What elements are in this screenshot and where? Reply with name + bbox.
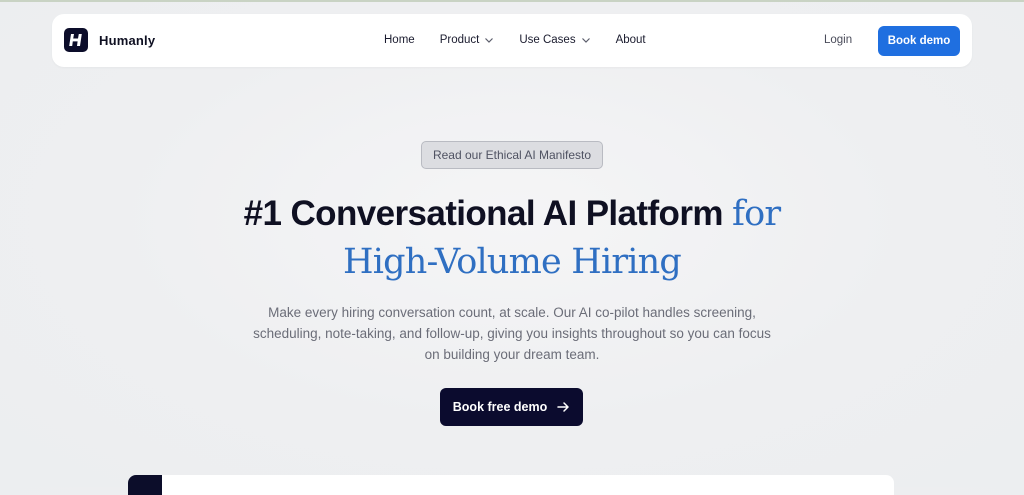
chevron-down-icon: [484, 35, 494, 45]
arrow-right-icon: [557, 401, 570, 413]
headline-accent-for: for: [731, 194, 781, 234]
nav-about[interactable]: About: [616, 34, 646, 46]
book-free-demo-label: Book free demo: [452, 400, 548, 414]
manifesto-badge-link[interactable]: Read our Ethical AI Manifesto: [421, 141, 603, 169]
headline-main: #1 Conversational AI Platform: [243, 194, 724, 233]
headline-accent-hiring: High-Volume Hiring: [342, 242, 682, 282]
hero-headline: #1 Conversational AI Platform for High-V…: [0, 190, 1024, 286]
brand-logo[interactable]: Humanly: [64, 28, 155, 52]
h-logo-icon: [64, 28, 88, 52]
nav-about-label: About: [615, 34, 646, 46]
book-demo-button[interactable]: Book demo: [878, 26, 960, 56]
login-link[interactable]: Login: [824, 34, 852, 46]
nav-home-label: Home: [384, 34, 415, 46]
hero-subtitle: Make every hiring conversation count, at…: [253, 305, 771, 362]
nav-home[interactable]: Home: [384, 34, 415, 46]
preview-sidebar-edge: [128, 475, 162, 495]
book-free-demo-button[interactable]: Book free demo: [440, 388, 583, 426]
nav-product-label: Product: [439, 34, 480, 46]
product-preview-card: [128, 475, 894, 495]
nav-use-cases[interactable]: Use Cases: [519, 34, 590, 46]
navbar: Humanly Home Product Use Cases About Log…: [52, 14, 972, 67]
chevron-down-icon: [581, 35, 591, 45]
main-nav: Home Product Use Cases About: [384, 34, 671, 46]
brand-name: Humanly: [99, 32, 156, 48]
nav-use-cases-label: Use Cases: [519, 34, 576, 46]
top-accent-line: [0, 0, 1024, 2]
nav-product[interactable]: Product: [440, 34, 495, 46]
